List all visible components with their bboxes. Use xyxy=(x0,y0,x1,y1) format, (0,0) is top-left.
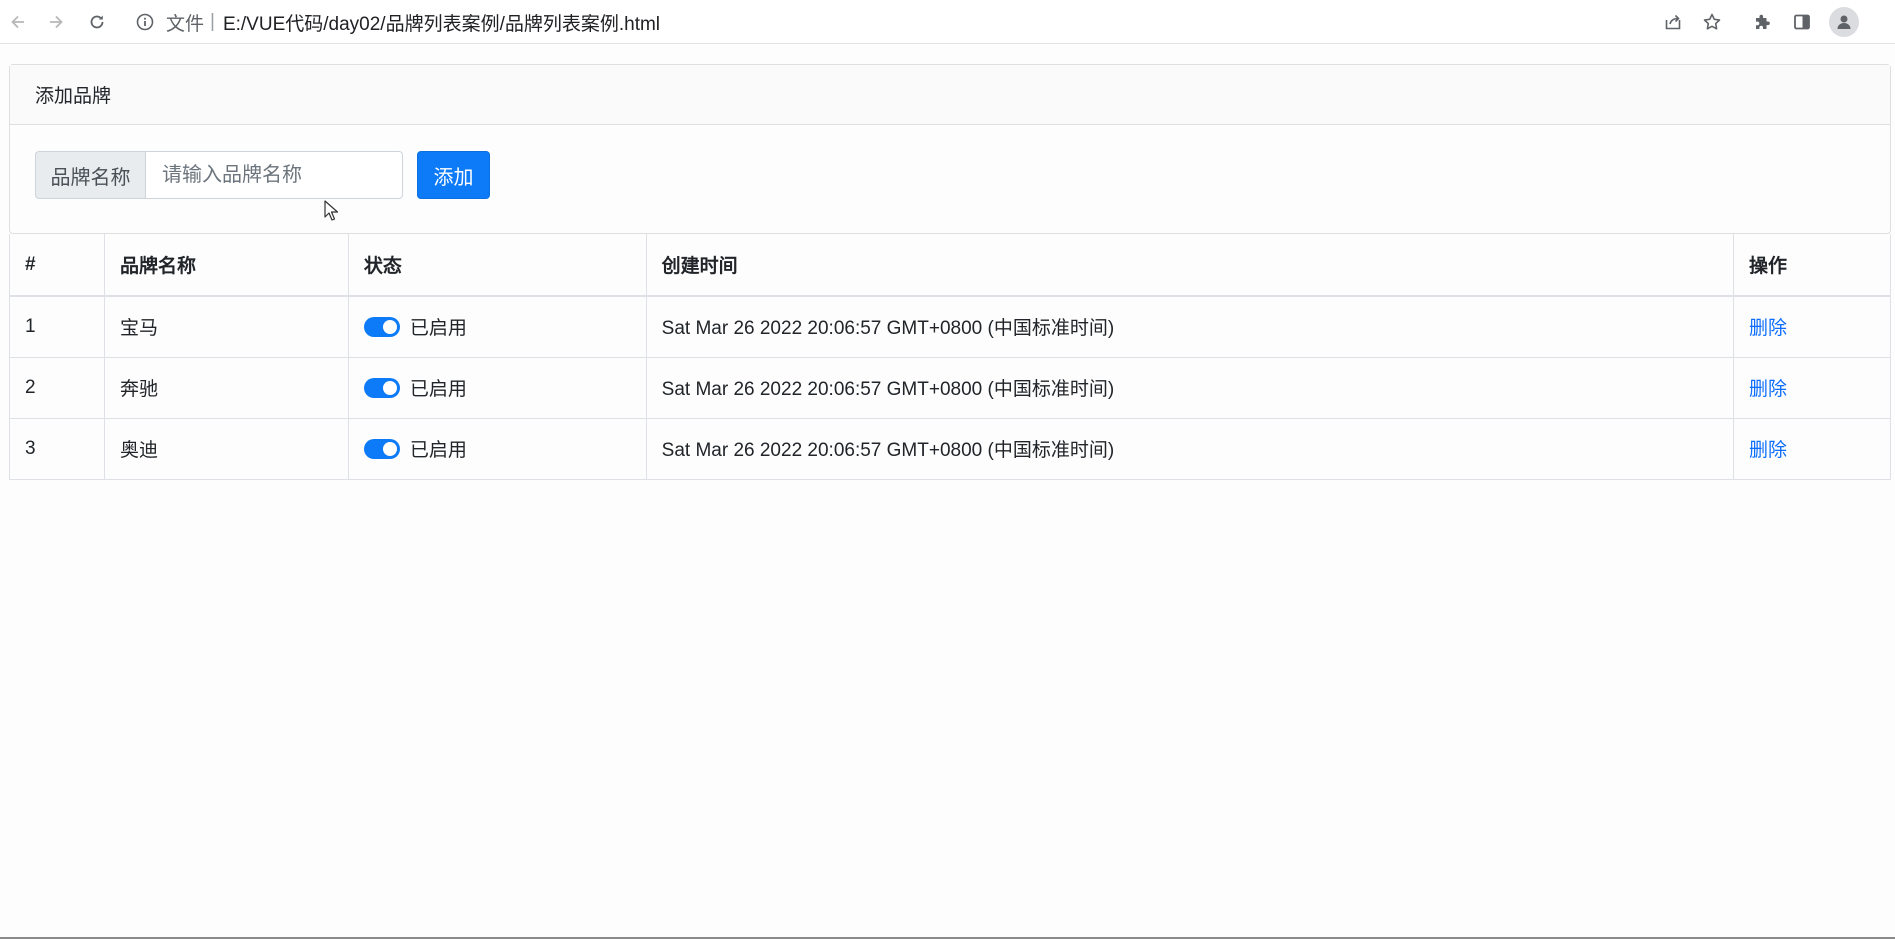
delete-link[interactable]: 删除 xyxy=(1749,440,1787,461)
col-header-status: 状态 xyxy=(348,234,647,297)
reload-icon[interactable] xyxy=(83,8,111,36)
mouse-cursor-icon xyxy=(324,200,339,221)
sidepanel-icon[interactable] xyxy=(1788,8,1816,36)
status-label: 已启用 xyxy=(409,379,467,400)
status-toggle[interactable] xyxy=(363,316,400,337)
brand-name-input[interactable] xyxy=(145,151,403,199)
row-status-cell: 已启用 xyxy=(348,357,647,419)
row-brand-name: 奔驰 xyxy=(104,357,349,419)
row-index: 1 xyxy=(9,296,105,358)
info-icon[interactable] xyxy=(136,13,154,31)
profile-icon[interactable] xyxy=(1829,7,1859,37)
status-label: 已启用 xyxy=(409,318,467,340)
toggle-knob xyxy=(382,441,397,456)
brand-table: # 品牌名称 状态 创建时间 操作 1 宝马 已启用 Sat Mar 26 20… xyxy=(9,234,1891,480)
row-brand-name: 宝马 xyxy=(104,296,349,358)
back-icon[interactable] xyxy=(4,8,32,36)
address-bar[interactable]: 文件 | E:/VUE代码/day02/品牌列表案例/品牌列表案例.html xyxy=(136,8,660,36)
star-icon[interactable] xyxy=(1698,8,1726,36)
row-actions-cell: 删除 xyxy=(1733,418,1891,480)
toggle-knob xyxy=(382,319,397,334)
col-header-index: # xyxy=(9,234,105,297)
row-created-time: Sat Mar 26 2022 20:06:57 GMT+0800 (中国标准时… xyxy=(646,296,1735,358)
forward-icon[interactable] xyxy=(42,8,70,36)
add-brand-card: 添加品牌 品牌名称 添加 xyxy=(9,64,1891,234)
table-row: 3 奥迪 已启用 Sat Mar 26 2022 20:06:57 GMT+08… xyxy=(9,418,1891,480)
col-header-created-time: 创建时间 xyxy=(646,234,1735,297)
toggle-knob xyxy=(382,380,397,395)
status-toggle[interactable] xyxy=(363,377,400,398)
status-label: 已启用 xyxy=(409,440,467,461)
row-status-cell: 已启用 xyxy=(348,418,647,480)
browser-toolbar: 文件 | E:/VUE代码/day02/品牌列表案例/品牌列表案例.html xyxy=(0,0,1895,44)
share-icon[interactable] xyxy=(1659,8,1687,36)
extensions-icon[interactable] xyxy=(1748,8,1776,36)
row-actions-cell: 删除 xyxy=(1733,357,1891,419)
row-status-cell: 已启用 xyxy=(348,296,647,358)
col-header-actions: 操作 xyxy=(1733,234,1891,297)
card-body: 品牌名称 添加 xyxy=(10,125,1890,233)
url-scheme-label: 文件 xyxy=(166,13,205,35)
row-index: 3 xyxy=(9,418,105,480)
brand-input-group: 品牌名称 xyxy=(35,151,403,199)
row-brand-name: 奥迪 xyxy=(104,418,349,480)
row-created-time: Sat Mar 26 2022 20:06:57 GMT+0800 (中国标准时… xyxy=(646,418,1735,480)
row-index: 2 xyxy=(9,357,105,419)
col-header-brand-name: 品牌名称 xyxy=(104,234,349,297)
row-created-time: Sat Mar 26 2022 20:06:57 GMT+0800 (中国标准时… xyxy=(646,357,1735,419)
url-text[interactable]: E:/VUE代码/day02/品牌列表案例/品牌列表案例.html xyxy=(223,9,660,36)
status-toggle[interactable] xyxy=(363,438,400,459)
table-row: 1 宝马 已启用 Sat Mar 26 2022 20:06:57 GMT+08… xyxy=(9,296,1891,358)
add-button[interactable]: 添加 xyxy=(417,151,490,199)
table-header-row: # 品牌名称 状态 创建时间 操作 xyxy=(9,234,1891,297)
input-addon-label: 品牌名称 xyxy=(35,151,145,199)
row-actions-cell: 删除 xyxy=(1733,296,1891,358)
card-header: 添加品牌 xyxy=(10,65,1890,125)
url-separator: | xyxy=(210,11,215,32)
table-row: 2 奔驰 已启用 Sat Mar 26 2022 20:06:57 GMT+08… xyxy=(9,357,1891,419)
delete-link[interactable]: 删除 xyxy=(1749,379,1787,400)
delete-link[interactable]: 删除 xyxy=(1749,318,1787,339)
